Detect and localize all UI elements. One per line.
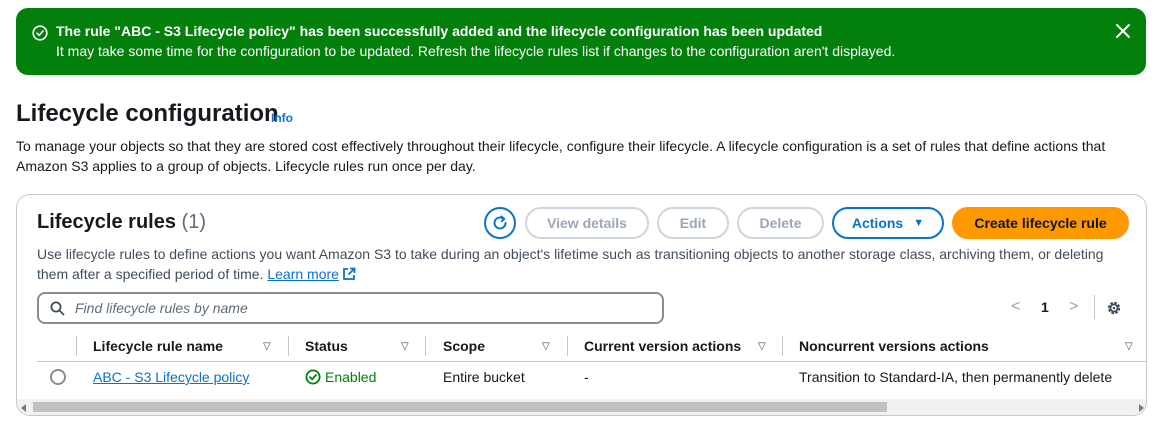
status-text: Enabled: [325, 369, 377, 385]
sort-caret-icon[interactable]: ▽: [1125, 341, 1133, 352]
row-select-radio[interactable]: [50, 369, 66, 385]
column-divider: [567, 336, 568, 356]
actions-dropdown-button[interactable]: Actions ▼: [832, 207, 944, 239]
column-header-status: Status: [305, 338, 348, 354]
column-divider: [425, 336, 426, 356]
rules-description: Use lifecycle rules to define actions yo…: [37, 244, 1117, 284]
page-title: Lifecycle configuration: [16, 100, 279, 127]
pagination-divider: [1094, 295, 1095, 319]
flash-message: It may take some time for the configurat…: [56, 43, 896, 59]
pagination-prev-button[interactable]: <: [1011, 298, 1020, 316]
table-row-status-cell: Enabled: [305, 369, 376, 385]
pagination-next-button[interactable]: >: [1069, 298, 1078, 316]
refresh-button[interactable]: [484, 207, 516, 239]
info-link[interactable]: Info: [271, 111, 293, 125]
sort-caret-icon[interactable]: ▽: [758, 341, 766, 352]
column-divider: [782, 336, 783, 356]
column-divider: [288, 336, 289, 356]
rules-count: (1): [181, 211, 206, 233]
column-header-current-version-actions: Current version actions: [584, 338, 742, 354]
rule-name-link[interactable]: ABC - S3 Lifecycle policy: [93, 369, 249, 385]
sort-caret-icon[interactable]: ▽: [542, 341, 550, 352]
search-icon: [50, 301, 65, 316]
delete-button[interactable]: Delete: [737, 207, 824, 239]
success-flash-banner: The rule "ABC - S3 Lifecycle policy" has…: [16, 8, 1146, 75]
gear-icon[interactable]: [1105, 299, 1123, 317]
search-field: [37, 292, 664, 324]
column-header-noncurrent-versions-actions: Noncurrent versions actions: [799, 338, 989, 354]
column-divider: [76, 336, 77, 356]
table-header-divider: [37, 361, 1146, 362]
status-success-icon: [305, 369, 321, 385]
learn-more-link[interactable]: Learn more: [267, 266, 339, 282]
rules-description-text: Use lifecycle rules to define actions yo…: [37, 246, 1104, 282]
external-link-icon[interactable]: [342, 267, 356, 281]
close-icon[interactable]: [1114, 22, 1132, 40]
create-lifecycle-rule-button[interactable]: Create lifecycle rule: [952, 207, 1129, 239]
scroll-right-arrow-icon[interactable]: [1139, 404, 1144, 412]
edit-button[interactable]: Edit: [657, 207, 729, 239]
actions-label: Actions: [851, 215, 904, 231]
rules-heading: Lifecycle rules (1): [37, 211, 206, 234]
success-check-circle-icon: [32, 25, 48, 41]
sort-caret-icon[interactable]: ▽: [263, 341, 271, 352]
column-header-scope: Scope: [443, 338, 486, 354]
rules-title: Lifecycle rules: [37, 211, 176, 233]
search-input[interactable]: [75, 298, 655, 318]
table-row-noncurrent-actions-cell: Transition to Standard-IA, then permanen…: [799, 369, 1113, 385]
caret-down-icon: ▼: [913, 217, 925, 229]
refresh-icon: [493, 215, 507, 230]
column-header-rule-name: Lifecycle rule name: [93, 338, 223, 354]
learn-more-label: Learn more: [267, 266, 339, 282]
view-details-button[interactable]: View details: [525, 207, 649, 239]
sort-caret-icon[interactable]: ▽: [401, 341, 409, 352]
lifecycle-rules-panel: Lifecycle rules (1) View details Edit De…: [16, 194, 1147, 416]
scroll-left-arrow-icon[interactable]: [21, 404, 26, 412]
horizontal-scrollbar[interactable]: [17, 399, 1146, 415]
page-description: To manage your objects so that they are …: [16, 138, 1106, 174]
flash-title: The rule "ABC - S3 Lifecycle policy" has…: [56, 23, 823, 39]
pagination-page-number[interactable]: 1: [1041, 299, 1049, 315]
scrollbar-thumb[interactable]: [33, 402, 887, 412]
table-row-name-cell: ABC - S3 Lifecycle policy: [93, 369, 249, 385]
table-row-current-actions-cell: -: [584, 369, 589, 385]
table-row-scope-cell: Entire bucket: [443, 369, 525, 385]
